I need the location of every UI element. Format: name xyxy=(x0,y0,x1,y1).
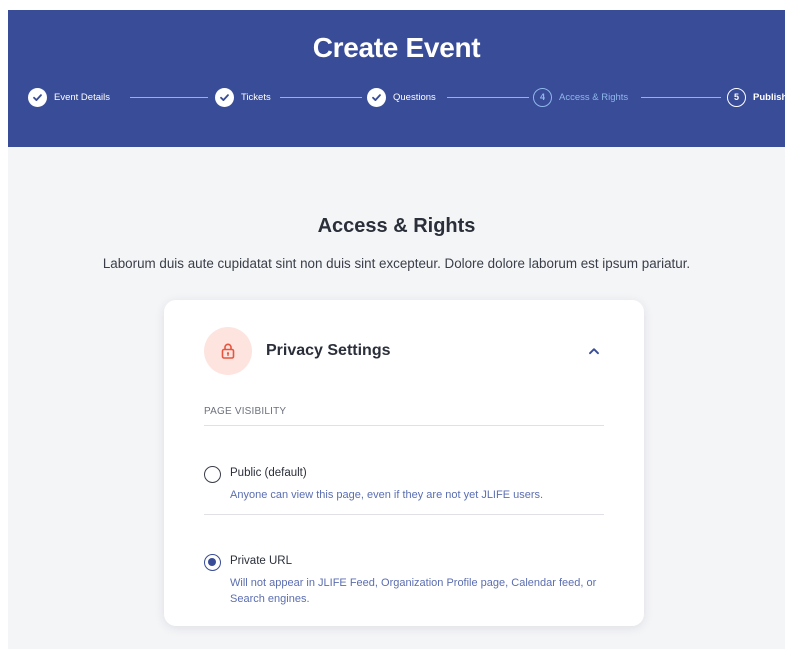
visibility-option-private-url[interactable]: Private URL Will not appear in JLIFE Fee… xyxy=(204,554,604,605)
divider xyxy=(204,425,604,426)
step-connector xyxy=(641,96,721,98)
option-description: Will not appear in JLIFE Feed, Organizat… xyxy=(230,577,597,605)
privacy-settings-toggle[interactable]: Privacy Settings xyxy=(204,327,604,375)
step-connector xyxy=(447,96,529,98)
option-title: Private URL xyxy=(230,555,292,567)
step-publish[interactable]: 5 Publish xyxy=(727,86,785,108)
visibility-option-public[interactable]: Public (default) Anyone can view this pa… xyxy=(204,466,604,506)
privacy-settings-card: Privacy Settings PAGE VISIBILITY Public … xyxy=(164,300,644,626)
check-circle-icon xyxy=(367,87,386,107)
step-label: Questions xyxy=(393,91,436,103)
option-description: Anyone can view this page, even if they … xyxy=(230,489,544,501)
step-number: 5 xyxy=(727,87,746,107)
step-label: Publish xyxy=(753,91,785,103)
check-circle-icon xyxy=(215,87,234,107)
step-number: 4 xyxy=(533,87,552,107)
check-circle-icon xyxy=(28,87,47,107)
section-description: Laborum duis aute cupidatat sint non dui… xyxy=(102,256,691,271)
step-event-details[interactable]: Event Details xyxy=(28,86,110,108)
step-connector xyxy=(280,96,362,98)
step-label: Event Details xyxy=(54,91,110,103)
radio-private-url[interactable] xyxy=(204,554,221,571)
step-questions[interactable]: Questions xyxy=(367,86,436,108)
lock-icon xyxy=(204,327,252,375)
chevron-up-icon[interactable] xyxy=(586,343,602,359)
step-tickets[interactable]: Tickets xyxy=(215,86,271,108)
radio-public[interactable] xyxy=(204,466,221,483)
divider xyxy=(204,514,604,515)
page-visibility-label: PAGE VISIBILITY xyxy=(204,406,287,417)
card-title: Privacy Settings xyxy=(266,342,391,359)
step-access-rights[interactable]: 4 Access & Rights xyxy=(533,86,628,108)
step-label: Access & Rights xyxy=(559,91,629,103)
step-connector xyxy=(130,96,208,98)
option-title: Public (default) xyxy=(230,467,307,479)
page-title: Create Event xyxy=(312,32,481,63)
header: Create Event Event Details Tickets Quest… xyxy=(8,10,785,147)
section-title: Access & Rights xyxy=(317,215,476,237)
step-label: Tickets xyxy=(241,91,271,103)
stepper: Event Details Tickets Questions 4 Access… xyxy=(28,86,785,108)
page-frame: Create Event Event Details Tickets Quest… xyxy=(8,10,785,649)
